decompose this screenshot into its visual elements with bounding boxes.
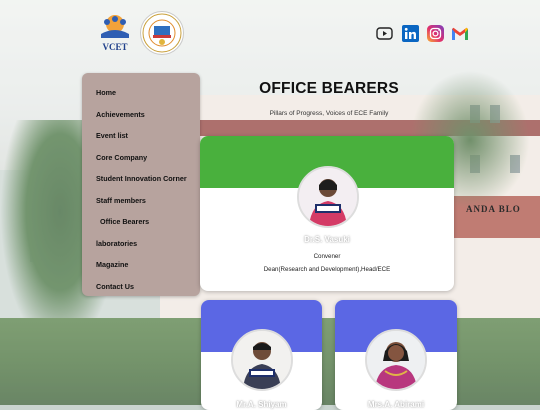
sidebar-item-office-bearers[interactable]: Office Bearers [100, 217, 149, 226]
sidebar-item-staff-members[interactable]: Staff members [96, 196, 146, 205]
sidebar-item-home[interactable]: Home [96, 88, 116, 97]
instagram-icon[interactable] [427, 25, 444, 42]
gmail-icon[interactable] [451, 25, 468, 42]
office-bearer-card: Dr.S. Vasuki Convener Dean(Research and … [200, 136, 454, 291]
bearer-designation: Dean(Research and Development),Head/ECE [263, 266, 391, 273]
sidebar-item-magazine[interactable]: Magazine [96, 260, 128, 269]
youtube-icon[interactable] [376, 25, 393, 42]
sidebar-item-contact-us[interactable]: Contact Us [96, 282, 134, 291]
sidebar-item-student-innovation-corner[interactable]: Student Innovation Corner [96, 174, 187, 183]
page-title: OFFICE BEARERS [259, 80, 399, 97]
linkedin-icon[interactable] [402, 25, 419, 42]
bearer-role: Convener [313, 253, 341, 260]
profile-photo [297, 166, 359, 228]
sidebar-nav: Home Achievements Event list Core Compan… [82, 73, 200, 296]
sidebar-item-laboratories[interactable]: laboratories [96, 239, 137, 248]
vcet-logo[interactable]: VCET [96, 12, 134, 54]
department-seal-logo[interactable] [140, 11, 184, 55]
sidebar-item-achievements[interactable]: Achievements [96, 110, 145, 119]
bearer-name: Dr.S. Vasuki [304, 235, 350, 244]
sidebar-item-core-company[interactable]: Core Company [96, 153, 147, 162]
profile-photo [365, 329, 427, 391]
profile-photo [231, 329, 293, 391]
svg-text:VCET: VCET [102, 42, 127, 52]
building-sign: ANDA BLO [466, 204, 521, 214]
office-bearer-card: Mr.A. Shiyam [201, 300, 322, 410]
office-bearer-card: Mrs.A. Abirami [335, 300, 457, 410]
sidebar-item-event-list[interactable]: Event list [96, 131, 128, 140]
page-subtitle: Pillars of Progress, Voices of ECE Famil… [269, 110, 389, 117]
